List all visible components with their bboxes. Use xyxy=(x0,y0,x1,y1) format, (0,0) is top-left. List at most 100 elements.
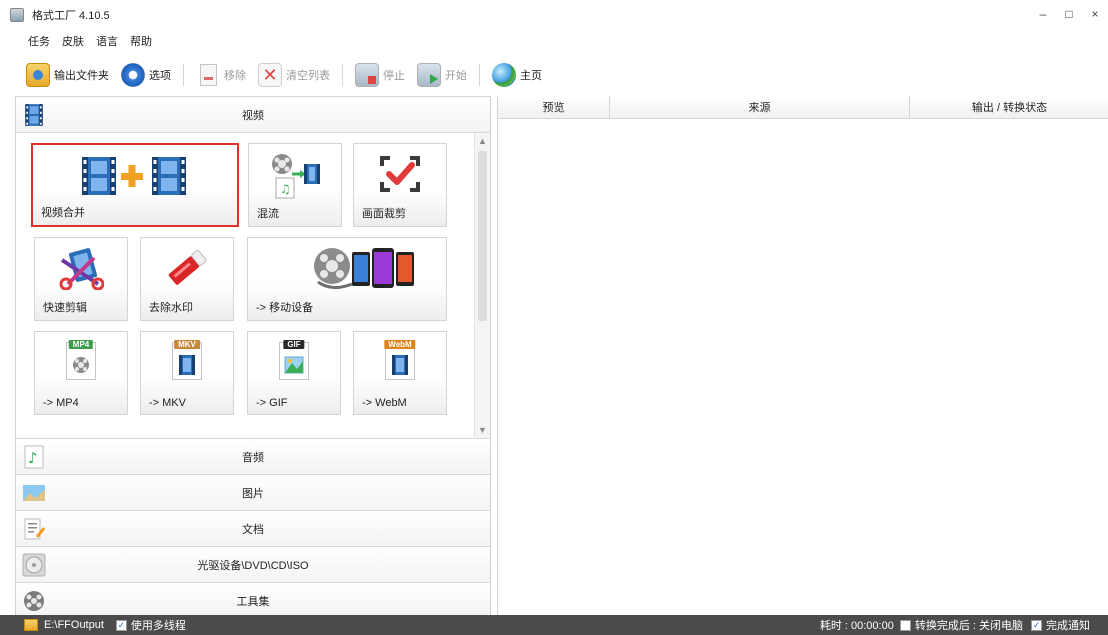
tile-label: 视频合并 xyxy=(41,207,85,219)
video-merge-icon xyxy=(80,155,190,200)
category-document[interactable]: 文档 xyxy=(16,511,490,547)
tile-mux[interactable]: ♫ 混流 xyxy=(248,143,342,227)
category-tools-label: 工具集 xyxy=(236,596,270,608)
gif-badge: GIF xyxy=(283,340,305,349)
tile-label: 快速剪辑 xyxy=(43,302,87,314)
category-disc-label: 光驱设备\DVD\CD\ISO xyxy=(197,559,309,572)
mux-icon: ♫ xyxy=(268,152,322,203)
elapsed-time: 耗时 : 00:00:00 xyxy=(819,620,894,632)
webm-badge: WebM xyxy=(384,340,416,349)
svg-text:♪: ♪ xyxy=(28,449,38,467)
toolbar-divider xyxy=(479,64,480,86)
tile-mp4[interactable]: MP4 -> MP4 xyxy=(34,331,128,415)
column-output-status[interactable]: 输出 / 转换状态 xyxy=(910,96,1108,119)
column-preview[interactable]: 预览 xyxy=(498,96,610,119)
category-disc[interactable]: 光驱设备\DVD\CD\ISO xyxy=(16,547,490,583)
tile-label: -> MKV xyxy=(149,397,186,409)
clear-list-button[interactable]: ✕ 清空列表 xyxy=(258,63,330,87)
task-list: 预览 来源 输出 / 转换状态 xyxy=(497,96,1108,615)
category-audio[interactable]: ♪ 音频 xyxy=(16,439,490,475)
tile-label: 去除水印 xyxy=(149,302,193,314)
tile-video-merge[interactable]: 视频合并 xyxy=(31,143,239,227)
scroll-down-icon[interactable]: ▼ xyxy=(475,422,490,438)
notify-checkbox[interactable]: ✓ xyxy=(1031,619,1042,631)
window-controls: – □ × xyxy=(1036,7,1102,21)
menu-help[interactable]: 帮助 xyxy=(130,33,152,49)
toolbar-divider xyxy=(342,64,343,86)
column-source[interactable]: 来源 xyxy=(610,96,910,119)
video-tools-grid: 视频合并 ♫ 混流 画面裁剪 快速剪辑 去除水印 -> 移动设备 MP4 -> … xyxy=(16,133,490,439)
scissors-film-icon xyxy=(58,246,105,293)
tile-label: 混流 xyxy=(257,208,279,220)
tile-webm[interactable]: WebM -> WebM xyxy=(353,331,447,415)
multithread-label: 使用多线程 xyxy=(130,620,186,632)
output-folder-status-icon[interactable] xyxy=(24,619,38,631)
document-icon xyxy=(22,517,46,541)
menu-language[interactable]: 语言 xyxy=(96,33,118,49)
tile-remove-watermark[interactable]: 去除水印 xyxy=(140,237,234,321)
tile-label: 画面裁剪 xyxy=(362,208,406,220)
multithread-checkbox[interactable]: ✓ xyxy=(115,619,127,631)
home-button[interactable]: 主页 xyxy=(492,63,542,87)
music-note-icon: ♪ xyxy=(22,445,46,469)
output-path[interactable]: E:\FFOutput xyxy=(44,619,104,631)
menu-task[interactable]: 任务 xyxy=(28,33,50,49)
remove-button[interactable]: 移除 xyxy=(196,63,246,87)
stop-button[interactable]: 停止 xyxy=(355,63,405,87)
eraser-icon xyxy=(164,248,210,291)
shutdown-checkbox[interactable] xyxy=(899,619,911,631)
status-bar: E:\FFOutput ✓ 使用多线程 耗时 : 00:00:00 转换完成后 … xyxy=(0,615,1108,635)
tile-label: -> 移动设备 xyxy=(256,302,314,314)
category-tools[interactable]: 工具集 xyxy=(16,583,490,619)
category-document-label: 文档 xyxy=(242,523,264,536)
output-folder-label: 输出文件夹 xyxy=(54,70,109,82)
home-label: 主页 xyxy=(520,70,542,82)
start-label: 开始 xyxy=(445,70,467,82)
options-button[interactable]: 选项 xyxy=(121,63,171,87)
document-remove-icon xyxy=(196,63,220,87)
tile-crop[interactable]: 画面裁剪 xyxy=(353,143,447,227)
scrollbar-thumb[interactable] xyxy=(478,151,487,321)
film-icon xyxy=(22,103,46,127)
svg-text:♫: ♫ xyxy=(280,182,291,196)
after-convert-label[interactable]: 转换完成后 : 关闭电脑 xyxy=(915,617,1023,633)
tile-gif[interactable]: GIF -> GIF xyxy=(247,331,341,415)
output-folder-button[interactable]: 输出文件夹 xyxy=(26,63,109,87)
picture-icon xyxy=(22,481,46,505)
remove-label: 移除 xyxy=(224,70,246,82)
gear-icon xyxy=(121,63,145,87)
mobile-devices-icon xyxy=(312,244,422,297)
tile-mobile[interactable]: -> 移动设备 xyxy=(247,237,447,321)
scroll-up-icon[interactable]: ▲ xyxy=(475,133,490,149)
mp4-badge: MP4 xyxy=(68,340,94,349)
folder-icon xyxy=(26,63,50,87)
tools-reel-icon xyxy=(22,589,46,613)
tile-label: -> MP4 xyxy=(43,397,79,409)
title-bar: 格式工厂 4.10.5 – □ × xyxy=(0,0,1108,30)
stop-label: 停止 xyxy=(383,70,405,82)
tile-label: -> WebM xyxy=(362,397,407,409)
toolbar: 输出文件夹 选项 移除 ✕ 清空列表 停止 开始 主页 xyxy=(0,59,1108,91)
crop-icon xyxy=(378,154,422,197)
notify-label: 完成通知 xyxy=(1046,620,1090,632)
category-audio-label: 音频 xyxy=(242,451,264,464)
tile-mkv[interactable]: MKV -> MKV xyxy=(140,331,234,415)
mkv-badge: MKV xyxy=(174,340,200,349)
menu-skin[interactable]: 皮肤 xyxy=(62,33,84,49)
category-video[interactable]: 视频 xyxy=(16,97,490,133)
options-label: 选项 xyxy=(149,70,171,82)
maximize-button[interactable]: □ xyxy=(1062,7,1076,21)
start-button[interactable]: 开始 xyxy=(417,63,467,87)
globe-icon xyxy=(492,63,516,87)
tools-scrollbar[interactable]: ▲ ▼ xyxy=(474,133,490,438)
tile-label: -> GIF xyxy=(256,397,288,409)
disc-icon xyxy=(22,553,46,577)
app-icon xyxy=(10,8,24,22)
close-button[interactable]: × xyxy=(1088,7,1102,21)
category-image[interactable]: 图片 xyxy=(16,475,490,511)
category-image-label: 图片 xyxy=(242,487,264,500)
category-panel: 视频 视频合并 ♫ 混流 画面裁剪 快速剪辑 去除水印 -> 移动设备 MP4 … xyxy=(15,96,491,619)
tile-quick-cut[interactable]: 快速剪辑 xyxy=(34,237,128,321)
clear-list-label: 清空列表 xyxy=(286,70,330,82)
minimize-button[interactable]: – xyxy=(1036,7,1050,21)
